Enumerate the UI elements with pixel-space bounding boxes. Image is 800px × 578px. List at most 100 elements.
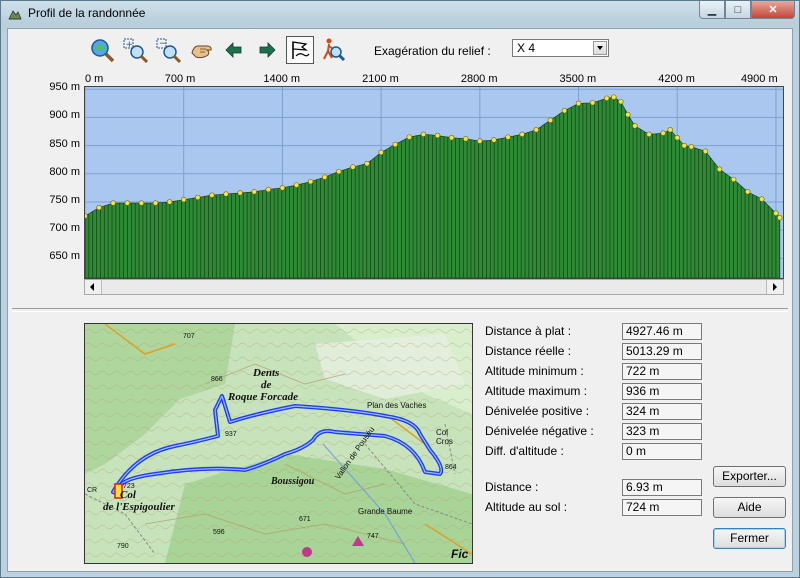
x-tick-label: 700 m: [164, 73, 196, 85]
map-label: Cros: [436, 437, 453, 446]
profile-point: [618, 98, 624, 105]
close-window-button[interactable]: ✕: [751, 1, 795, 19]
title-bar[interactable]: Profil de la randonnée ▁ □ ✕: [1, 1, 799, 27]
map-label: CR: [87, 487, 97, 494]
y-tick-label: 650 m: [49, 250, 80, 263]
cursor-stat-label: Distance :: [485, 480, 539, 494]
map-label: 747: [367, 533, 379, 540]
cursor-stat-value: 6.93 m: [622, 479, 702, 496]
route-tool-button[interactable]: [286, 36, 314, 64]
stat-label: Dénivelée positive :: [485, 404, 590, 418]
close-button[interactable]: Fermer: [713, 528, 786, 549]
y-tick-label: 950 m: [49, 81, 80, 94]
map-label: 596: [213, 529, 225, 536]
cursor-stat-value: 724 m: [622, 499, 702, 516]
x-axis-labels: 0 m 700 m 1400 m 2100 m 2800 m 3500 m 4200 m 49…: [8, 73, 794, 87]
map-label: 866: [211, 376, 223, 383]
section-divider: [12, 308, 788, 312]
exaggeration-select[interactable]: X 4: [512, 39, 609, 57]
y-tick-label: 800 m: [49, 165, 80, 178]
stat-value: 5013.29 m: [622, 343, 702, 360]
profile-point: [223, 191, 229, 197]
profile-point: [336, 168, 342, 175]
y-tick-label: 900 m: [49, 109, 80, 122]
profile-point: [110, 200, 116, 206]
profile-point: [138, 200, 145, 206]
x-tick-label: 1400 m: [263, 73, 301, 85]
map-label: Grande Baume: [358, 507, 413, 516]
zoom-out-icon: −: [156, 38, 181, 63]
horizontal-scrollbar[interactable]: [84, 279, 784, 295]
profile-point: [378, 149, 384, 156]
profile-point: [293, 182, 300, 188]
profile-point: [124, 200, 131, 206]
profile-point: [777, 215, 783, 221]
stat-value: 936 m: [622, 383, 702, 400]
export-button[interactable]: Exporter...: [713, 466, 786, 487]
profile-point: [392, 141, 398, 148]
x-tick-label: 4200 m: [658, 73, 695, 85]
help-button[interactable]: Aide: [713, 497, 786, 518]
scroll-left-button[interactable]: [85, 280, 102, 294]
window-title: Profil de la randonnée: [28, 6, 146, 20]
x-tick-label: 0 m: [85, 73, 104, 85]
profile-point: [85, 213, 88, 219]
map-label: 671: [299, 516, 311, 523]
profile-point: [350, 164, 356, 170]
map-label: 723: [123, 483, 135, 490]
previous-button[interactable]: [220, 36, 248, 64]
map-label: 790: [117, 543, 129, 550]
zoom-in-icon: +: [123, 38, 148, 63]
maximize-button[interactable]: □: [725, 1, 751, 19]
profile-point: [181, 196, 187, 203]
zoom-fit-icon: [91, 39, 115, 63]
hiker-search-icon: [323, 38, 346, 62]
hiker-search-button[interactable]: [319, 36, 347, 64]
x-tick-label: 3500 m: [559, 73, 597, 85]
profile-point: [674, 135, 680, 141]
map-label: de l'Espigoulier: [103, 501, 176, 513]
next-button[interactable]: [253, 36, 281, 64]
map-label: Dents: [252, 367, 279, 379]
profile-point: [646, 131, 652, 138]
profile-point: [265, 186, 272, 193]
profile-point: [477, 138, 483, 144]
zoom-fit-button[interactable]: [88, 36, 116, 64]
zoom-out-button[interactable]: −: [154, 36, 182, 64]
dialog-client-area: + − Exagération du relief : X 4 0 m 700 …: [7, 28, 793, 572]
profile-point: [364, 160, 370, 167]
toolbar: + −: [88, 36, 352, 64]
stat-value: 722 m: [622, 363, 702, 380]
map-label: de: [261, 379, 272, 391]
profile-point: [681, 142, 687, 149]
profile-point: [575, 100, 582, 107]
app-icon: [7, 6, 23, 22]
zoom-in-button[interactable]: +: [121, 36, 149, 64]
stat-label: Altitude maximum :: [485, 384, 588, 398]
pan-button[interactable]: [187, 36, 215, 64]
stat-value: 323 m: [622, 423, 702, 440]
stat-value: 0 m: [622, 443, 702, 460]
exaggeration-value: X 4: [517, 41, 536, 55]
elevation-profile-chart[interactable]: [84, 86, 784, 279]
minimize-icon: ▁: [707, 4, 717, 16]
chevron-down-icon[interactable]: [593, 41, 607, 55]
profile-point: [604, 95, 610, 101]
profile-point: [448, 135, 455, 141]
minimize-button[interactable]: ▁: [699, 1, 725, 19]
route-map[interactable]: Dents de Roque Forcade Col de l'Espigoul…: [84, 323, 473, 564]
map-label: 937: [225, 431, 237, 438]
pan-hand-icon: [191, 45, 212, 59]
profile-point: [307, 178, 314, 185]
profile-point: [491, 137, 497, 143]
x-tick-label: 4900 m: [740, 73, 778, 85]
profile-point: [237, 190, 243, 196]
scroll-right-button[interactable]: [766, 280, 783, 294]
profile-point: [632, 123, 638, 129]
stat-label: Altitude minimum :: [485, 364, 584, 378]
stat-label: Distance à plat :: [485, 324, 572, 338]
y-tick-label: 850 m: [49, 137, 80, 150]
profile-point: [406, 134, 413, 140]
stat-label: Diff. d'altitude :: [485, 444, 564, 458]
profile-point: [96, 204, 102, 211]
